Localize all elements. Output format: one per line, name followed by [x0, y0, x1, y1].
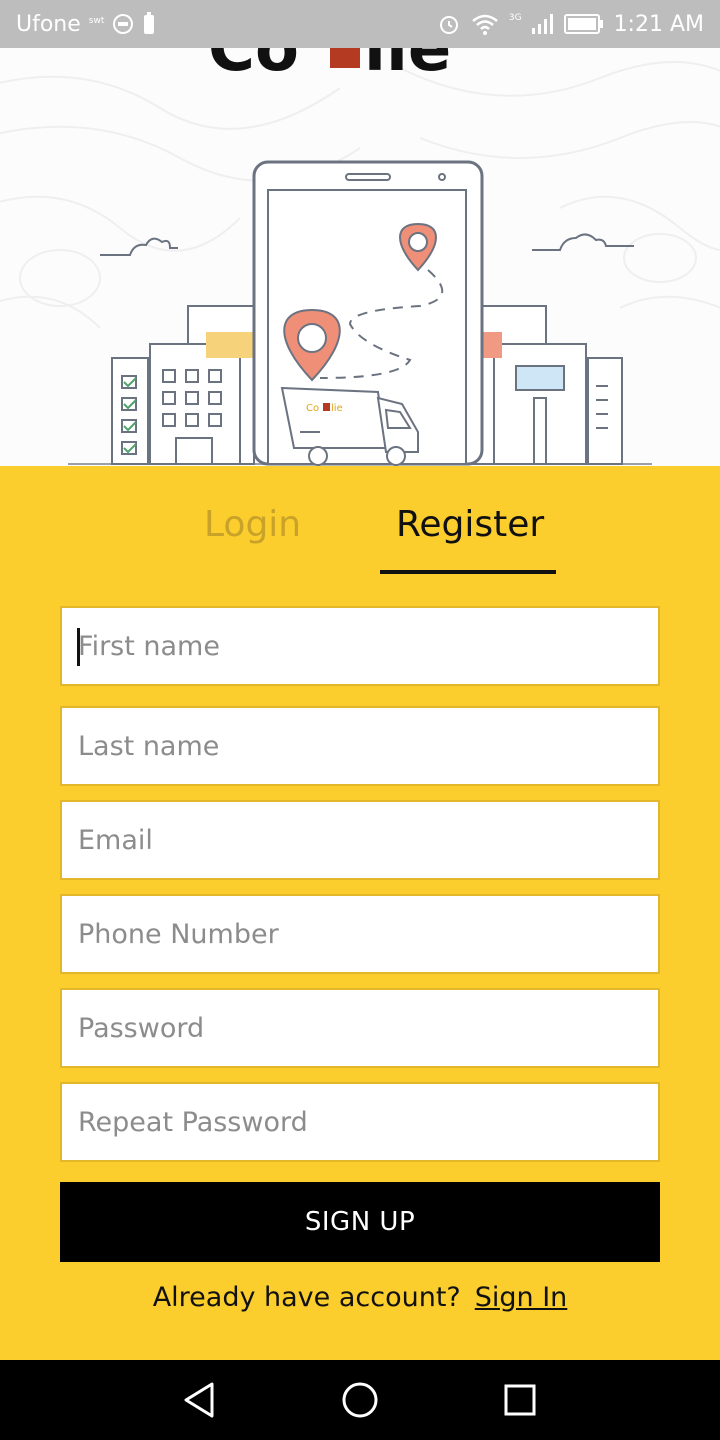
repeat-password-input[interactable] — [62, 1084, 658, 1160]
first-name-input[interactable] — [62, 608, 658, 684]
phone-input[interactable] — [62, 896, 658, 972]
system-nav-bar — [0, 1360, 720, 1440]
battery-icon — [563, 14, 603, 34]
battery-saver-icon — [144, 12, 155, 34]
sign-up-button[interactable]: SIGN UP — [60, 1182, 660, 1262]
svg-text:lie: lie — [331, 403, 343, 414]
signal-icon — [531, 14, 553, 34]
status-bar: Ufone swt 3G 1:21 AM — [0, 0, 720, 48]
clock: 1:21 AM — [613, 11, 704, 37]
carrier-sub: swt — [88, 16, 105, 26]
last-name-input[interactable] — [62, 708, 658, 784]
sign-in-link[interactable]: Sign In — [475, 1282, 568, 1313]
recents-square-icon[interactable] — [498, 1378, 542, 1422]
text-cursor — [77, 628, 80, 666]
back-triangle-icon[interactable] — [178, 1378, 222, 1422]
first-name-field[interactable] — [60, 606, 660, 686]
carrier-name: Ufone — [16, 11, 81, 37]
last-name-field[interactable] — [60, 706, 660, 786]
hero-illustration: Co lie Co lie — [0, 48, 720, 466]
svg-text:lie: lie — [364, 48, 451, 86]
phone-field[interactable] — [60, 894, 660, 974]
auth-panel: Login Register SIGN UP Already have acco… — [0, 466, 720, 1360]
active-tab-indicator — [380, 570, 556, 574]
wifi-icon — [472, 14, 498, 35]
home-circle-icon[interactable] — [338, 1378, 382, 1422]
svg-text:Co: Co — [208, 48, 299, 86]
message-icon — [113, 14, 134, 34]
email-field[interactable] — [60, 800, 660, 880]
password-input[interactable] — [62, 990, 658, 1066]
sign-in-prompt: Already have account? Sign In — [0, 1282, 720, 1313]
already-have-account-text: Already have account? — [152, 1282, 461, 1313]
repeat-password-field[interactable] — [60, 1082, 660, 1162]
alarm-icon — [439, 16, 458, 34]
password-field[interactable] — [60, 988, 660, 1068]
email-input[interactable] — [62, 802, 658, 878]
network-type: 3G — [508, 13, 522, 23]
app-logo: Co lie — [208, 48, 451, 86]
tab-register[interactable]: Register — [396, 504, 544, 545]
truck-logo-text: Co — [306, 403, 319, 414]
tab-login[interactable]: Login — [204, 504, 301, 545]
